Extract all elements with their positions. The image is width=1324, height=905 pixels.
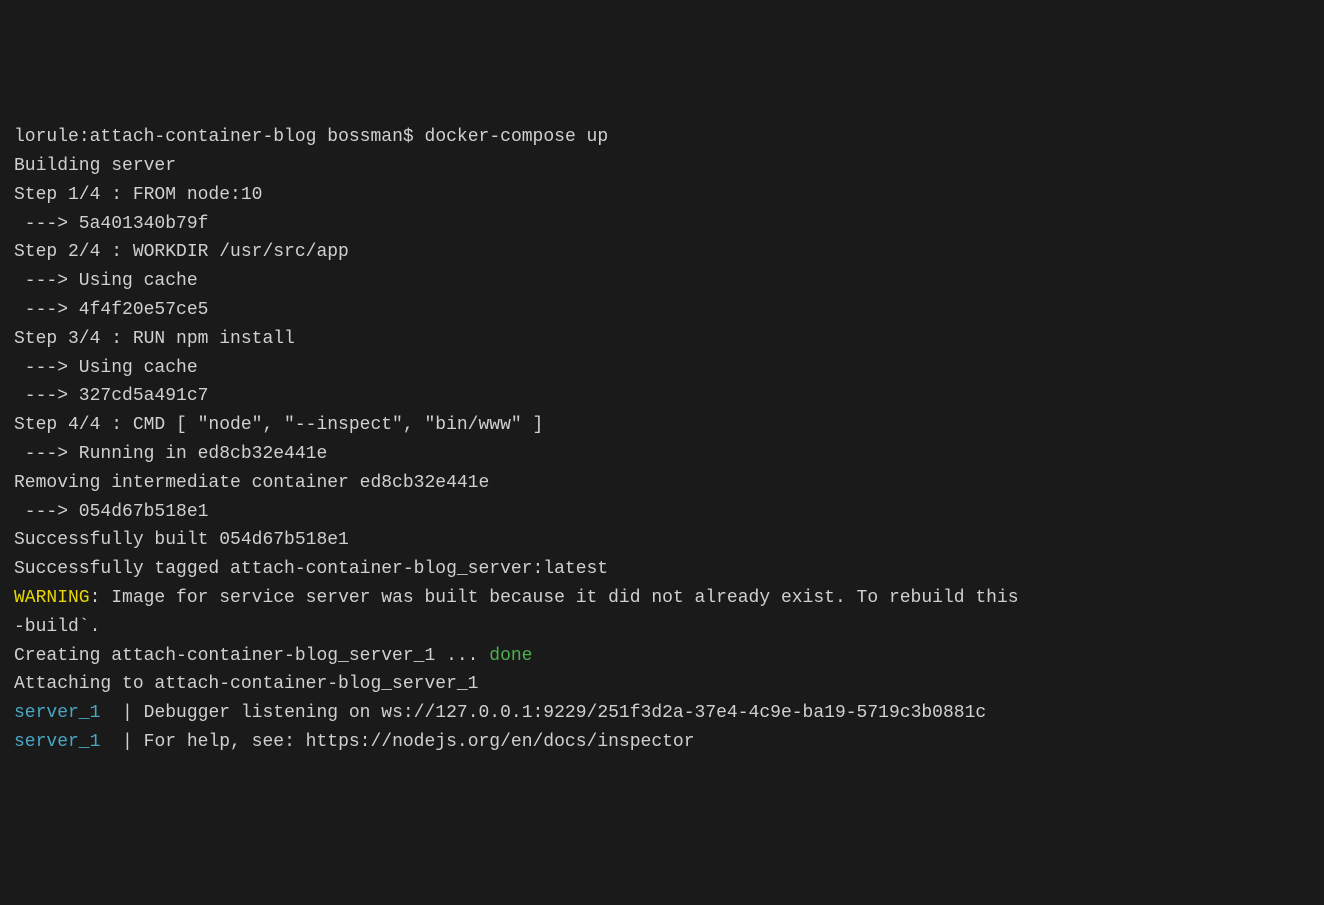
prompt-symbol: $ (403, 127, 414, 147)
output-line: ---> 327cd5a491c7 (14, 382, 1310, 411)
output-line: Step 4/4 : CMD [ "node", "--inspect", "b… (14, 411, 1310, 440)
log-text: Debugger listening on ws://127.0.0.1:922… (144, 703, 987, 723)
output-line: Attaching to attach-container-blog_serve… (14, 670, 1310, 699)
output-line: Successfully tagged attach-container-blo… (14, 555, 1310, 584)
output-line: Removing intermediate container ed8cb32e… (14, 469, 1310, 498)
output-line: ---> Using cache (14, 267, 1310, 296)
output-line: Successfully built 054d67b518e1 (14, 526, 1310, 555)
output-line: ---> 4f4f20e57ce5 (14, 296, 1310, 325)
output-line: ---> 054d67b518e1 (14, 498, 1310, 527)
command: docker-compose up (425, 127, 609, 147)
prompt-line: lorule:attach-container-blog bossman$ do… (14, 123, 1310, 152)
prompt-user: bossman (327, 127, 403, 147)
warning-label: WARNING (14, 588, 90, 608)
output-line: Step 2/4 : WORKDIR /usr/src/app (14, 238, 1310, 267)
prompt-path: attach-container-blog (90, 127, 317, 147)
service-name: server_1 (14, 703, 100, 723)
output-line: Step 1/4 : FROM node:10 (14, 181, 1310, 210)
log-line: server_1 | Debugger listening on ws://12… (14, 699, 1310, 728)
terminal-output[interactable]: lorule:attach-container-blog bossman$ do… (14, 123, 1310, 761)
log-sep: | (100, 732, 143, 752)
prompt-host: lorule (14, 127, 79, 147)
warning-text: : Image for service server was built bec… (90, 588, 1019, 608)
service-name: server_1 (14, 732, 100, 752)
creating-line: Creating attach-container-blog_server_1 … (14, 642, 1310, 671)
done-label: done (489, 646, 532, 666)
log-line: server_1 | For help, see: https://nodejs… (14, 728, 1310, 757)
warning-line: WARNING: Image for service server was bu… (14, 584, 1310, 613)
output-line: ---> Running in ed8cb32e441e (14, 440, 1310, 469)
output-line: Step 3/4 : RUN npm install (14, 325, 1310, 354)
output-line: -build`. (14, 613, 1310, 642)
creating-text: Creating attach-container-blog_server_1 … (14, 646, 489, 666)
output-line: ---> Using cache (14, 354, 1310, 383)
log-sep: | (100, 703, 143, 723)
log-text: For help, see: https://nodejs.org/en/doc… (144, 732, 695, 752)
output-line: ---> 5a401340b79f (14, 210, 1310, 239)
output-line: Building server (14, 152, 1310, 181)
